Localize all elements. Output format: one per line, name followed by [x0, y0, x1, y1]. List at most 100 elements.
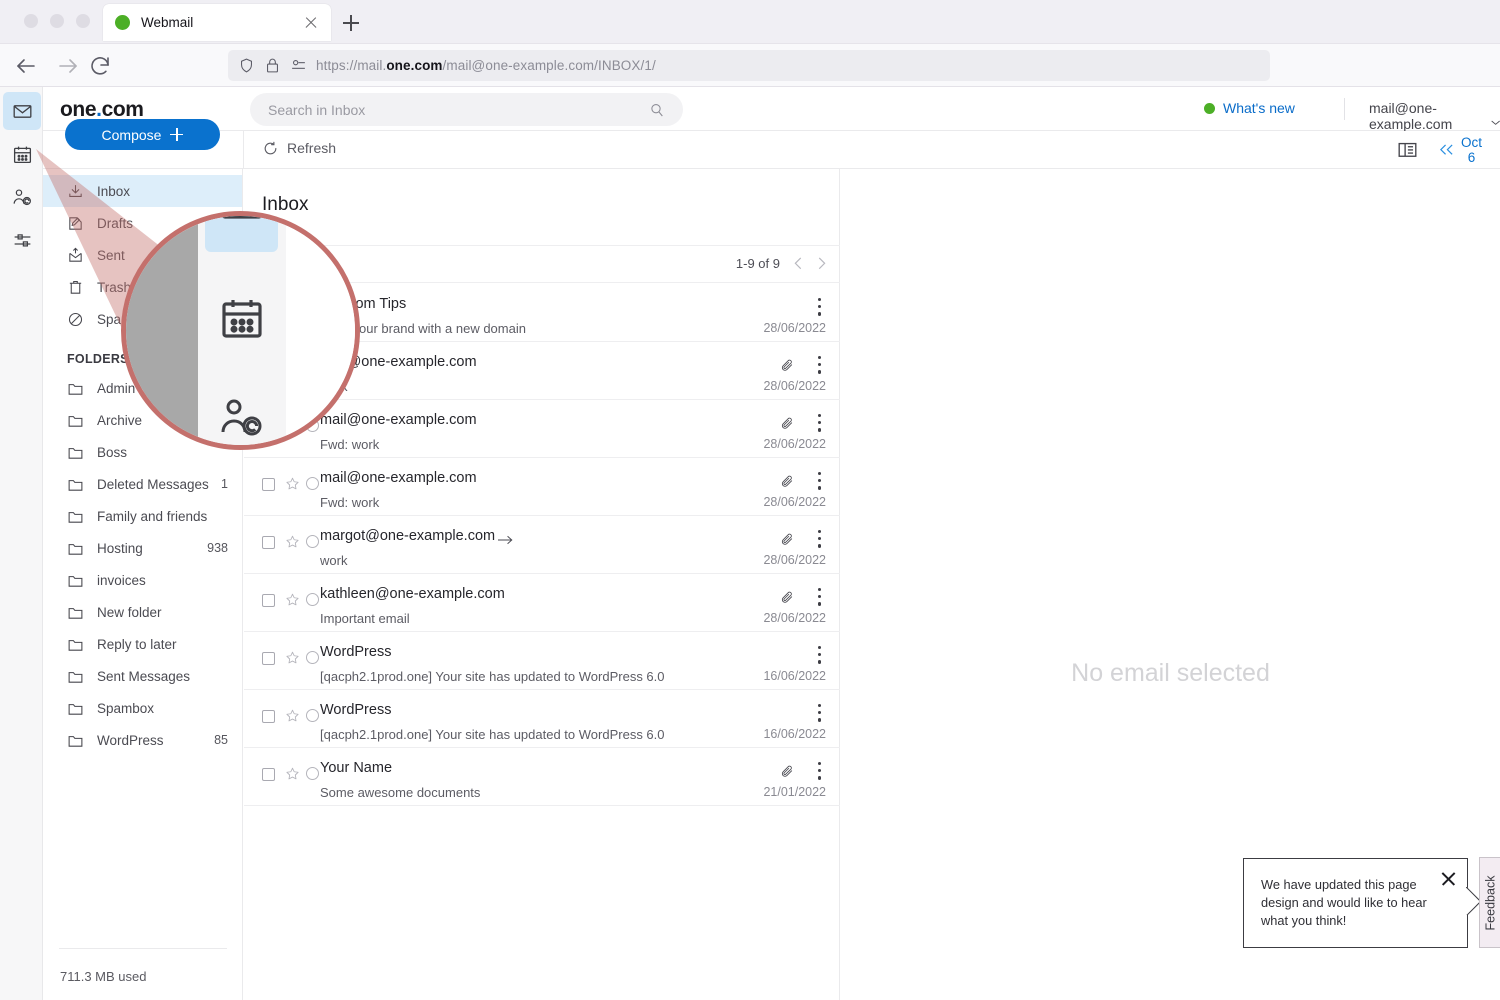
sidebar-count: 85: [214, 733, 228, 747]
row-menu-icon[interactable]: [818, 704, 822, 726]
new-tab-icon[interactable]: [340, 12, 362, 34]
sidebar-item-wordpress[interactable]: WordPress 85: [43, 724, 242, 756]
table-row[interactable]: kathleen@one-example.com Important email…: [244, 574, 840, 632]
window-minimize-dot[interactable]: [50, 14, 64, 28]
close-icon[interactable]: [1440, 870, 1457, 887]
window-close-dot[interactable]: [24, 14, 38, 28]
folder-icon: [67, 636, 84, 653]
unread-toggle[interactable]: [306, 767, 319, 780]
row-menu-icon[interactable]: [818, 588, 822, 610]
pager-count: 1-9 of 9: [736, 256, 780, 271]
star-icon[interactable]: [285, 650, 300, 665]
star-icon[interactable]: [285, 766, 300, 781]
layout-toggle-icon[interactable]: [1398, 142, 1417, 158]
url-text: https://mail.one.com/mail@one-example.co…: [316, 58, 656, 73]
sidebar-label: Sent Messages: [97, 669, 228, 684]
table-row[interactable]: WordPress [qacph2.1prod.one] Your site h…: [244, 690, 840, 748]
window-controls[interactable]: [24, 14, 90, 28]
spam-icon: [67, 311, 84, 328]
sidebar-item-invoices[interactable]: invoices: [43, 564, 242, 596]
magnifier-content: [126, 216, 355, 445]
compose-button[interactable]: Compose: [65, 119, 220, 150]
back-arrow-icon[interactable]: [14, 54, 38, 78]
sidebar-item-deleted-messages[interactable]: Deleted Messages 1: [43, 468, 242, 500]
sidebar-item-family-and-friends[interactable]: Family and friends: [43, 500, 242, 532]
table-row[interactable]: Your Name Some awesome documents 21/01/2…: [244, 748, 840, 806]
browser-tab[interactable]: Webmail: [103, 4, 331, 41]
rail-item-mail[interactable]: [3, 92, 41, 130]
row-checkbox[interactable]: [262, 478, 275, 491]
sidebar-item-inbox[interactable]: Inbox: [43, 175, 242, 207]
rail-item-settings[interactable]: [3, 221, 41, 259]
feedback-tab[interactable]: Feedback: [1479, 857, 1500, 948]
sidebar-item-spambox[interactable]: Spambox: [43, 692, 242, 724]
window-maximize-dot[interactable]: [76, 14, 90, 28]
row-checkbox[interactable]: [262, 768, 275, 781]
table-row[interactable]: mail@one-example.com Fwd: work 28/06/202…: [244, 458, 840, 516]
url-bar[interactable]: https://mail.one.com/mail@one-example.co…: [228, 50, 1270, 81]
sidebar-label: Deleted Messages: [97, 477, 221, 492]
unread-toggle[interactable]: [306, 593, 319, 606]
sidebar-item-reply-to-later[interactable]: Reply to later: [43, 628, 242, 660]
toolbar-right-group: Oct 6: [1398, 135, 1482, 165]
reload-icon[interactable]: [88, 54, 112, 78]
row-menu-icon[interactable]: [818, 298, 822, 320]
shield-icon: [238, 57, 255, 74]
forward-arrow-icon[interactable]: [56, 54, 80, 78]
folder-icon: [67, 380, 84, 397]
row-checkbox[interactable]: [262, 536, 275, 549]
attachment-icon: [780, 474, 795, 489]
row-checkbox[interactable]: [262, 710, 275, 723]
sender: WordPress: [320, 702, 391, 718]
row-menu-icon[interactable]: [818, 414, 822, 436]
permissions-icon[interactable]: [290, 57, 307, 74]
contacts-icon: [218, 394, 266, 442]
sidebar-count: 938: [207, 541, 228, 555]
rail-item-calendar[interactable]: [3, 135, 41, 173]
refresh-icon: [263, 141, 278, 156]
star-icon[interactable]: [285, 476, 300, 491]
sidebar-item-sent-messages[interactable]: Sent Messages: [43, 660, 242, 692]
trash-icon: [67, 279, 84, 296]
account-menu[interactable]: mail@one-example.com: [1369, 100, 1500, 132]
screenshot-root: Webmail https://mail.one.com/mail@one-ex…: [0, 0, 1500, 1000]
tab-close-icon[interactable]: [303, 15, 319, 31]
star-icon[interactable]: [285, 708, 300, 723]
pager-prev-icon[interactable]: [794, 257, 803, 270]
unread-toggle[interactable]: [306, 535, 319, 548]
envelope-icon: [12, 101, 33, 122]
search-input[interactable]: Search in Inbox: [250, 93, 683, 126]
account-email: mail@one-example.com: [1369, 100, 1478, 132]
row-checkbox[interactable]: [262, 652, 275, 665]
row-menu-icon[interactable]: [818, 762, 822, 784]
attachment-icon: [780, 764, 795, 779]
sidebar-item-hosting[interactable]: Hosting 938: [43, 532, 242, 564]
star-icon[interactable]: [285, 592, 300, 607]
sender: WordPress: [320, 644, 391, 660]
feedback-tooltip-notch: [1466, 887, 1480, 915]
attachment-icon: [780, 532, 795, 547]
sidebar-item-new-folder[interactable]: New folder: [43, 596, 242, 628]
date-day: 6: [1461, 150, 1482, 165]
row-menu-icon[interactable]: [818, 356, 822, 378]
pager: 1-9 of 9: [736, 256, 826, 271]
browser-nav-bar: https://mail.one.com/mail@one-example.co…: [0, 44, 1500, 87]
unread-toggle[interactable]: [306, 477, 319, 490]
row-menu-icon[interactable]: [818, 530, 822, 552]
collapse-pane-button[interactable]: Oct 6: [1439, 135, 1482, 165]
row-menu-icon[interactable]: [818, 646, 822, 668]
row-checkbox[interactable]: [262, 594, 275, 607]
sidebar-count: 1: [221, 477, 228, 491]
star-icon[interactable]: [285, 534, 300, 549]
unread-toggle[interactable]: [306, 651, 319, 664]
unread-toggle[interactable]: [306, 709, 319, 722]
table-row[interactable]: margot@one-example.com work 28/06/2022: [244, 516, 840, 574]
whats-new-link[interactable]: What's new: [1204, 100, 1295, 116]
app-header: one.com Search in Inbox What's new mail@…: [43, 87, 1500, 131]
pager-next-icon[interactable]: [817, 257, 826, 270]
refresh-button[interactable]: Refresh: [263, 140, 336, 156]
rail-item-contacts[interactable]: [3, 178, 41, 216]
tab-title: Webmail: [141, 15, 303, 30]
row-menu-icon[interactable]: [818, 472, 822, 494]
table-row[interactable]: WordPress [qacph2.1prod.one] Your site h…: [244, 632, 840, 690]
